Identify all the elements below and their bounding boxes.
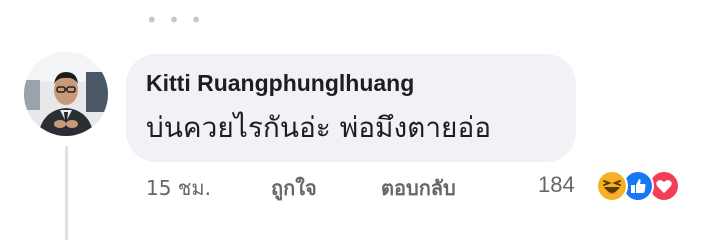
comment-bubble: Kitti Ruangphunglhuang บ่นควยไรกันอ่ะ พ่… (126, 54, 576, 162)
thread-line (65, 146, 68, 240)
like-button[interactable]: ถูกใจ (271, 172, 317, 204)
comment-timestamp[interactable]: 15 ชม. (146, 172, 211, 204)
comment-text: บ่นควยไรกันอ่ะ พ่อมึงตายอ่อ (146, 111, 492, 144)
reaction-count[interactable]: 184 (538, 172, 575, 198)
more-options-icon[interactable]: • • • (146, 10, 204, 30)
avatar-image (24, 52, 108, 136)
comment-author-name[interactable]: Kitti Ruangphunglhuang (146, 70, 414, 97)
comment-container: • • • Kitti Ruangphunglhuang บ่นควยไรกัน… (0, 0, 720, 240)
reaction-icons[interactable] (596, 168, 696, 204)
reply-button[interactable]: ตอบกลับ (381, 172, 456, 204)
avatar[interactable] (24, 52, 108, 136)
haha-reaction-icon (596, 170, 628, 202)
